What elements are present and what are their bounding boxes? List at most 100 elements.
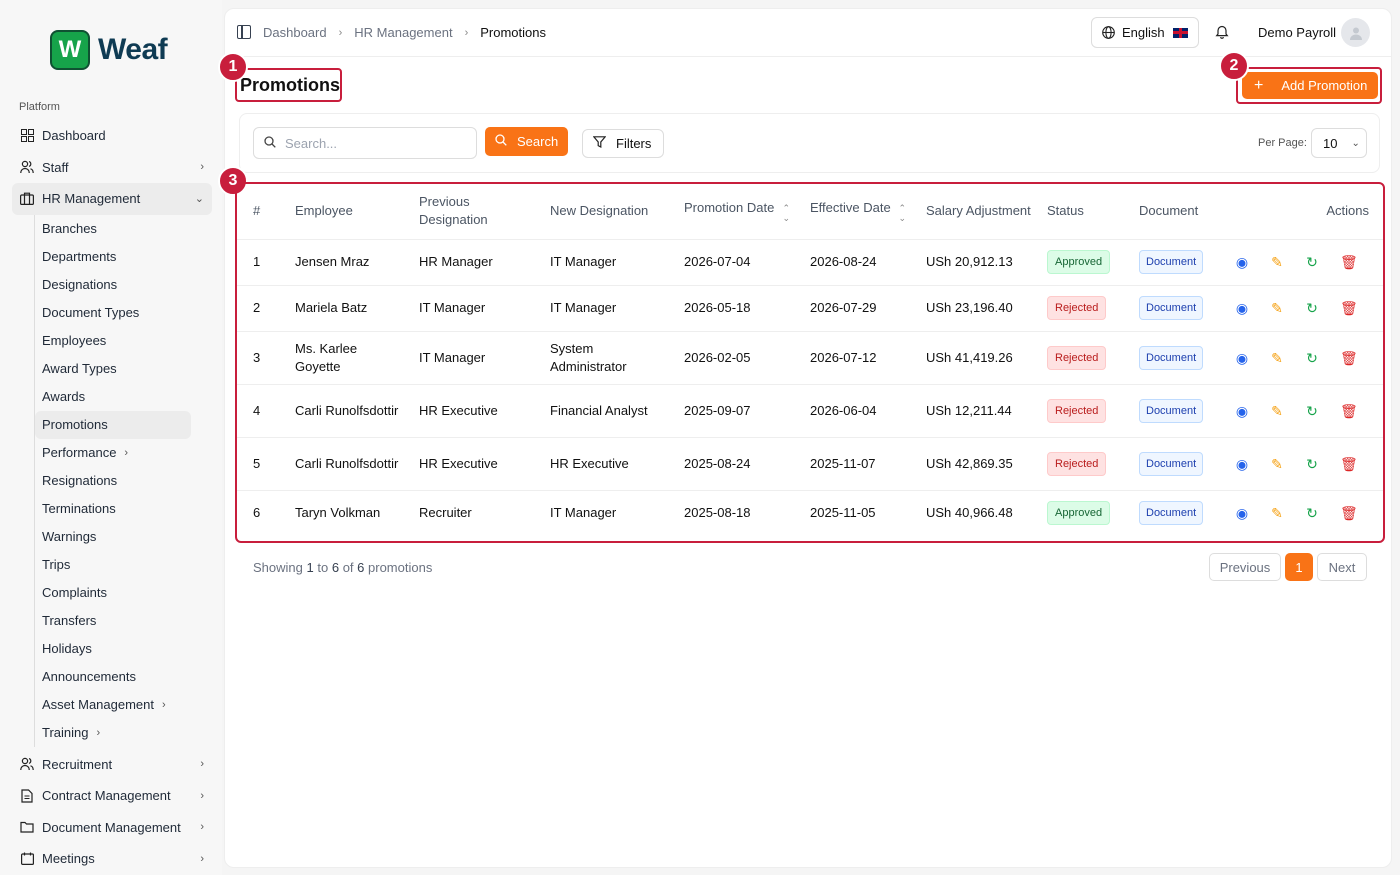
search-icon xyxy=(264,135,276,151)
status-badge: Rejected xyxy=(1047,345,1107,370)
bell-icon[interactable] xyxy=(1215,24,1229,43)
cell-actions: ◉ ✎ ↻ 🗑︎ xyxy=(1227,331,1383,385)
edit-icon[interactable]: ✎ xyxy=(1270,253,1284,271)
submenu-item-training[interactable]: Training › xyxy=(35,719,191,747)
refresh-icon[interactable]: ↻ xyxy=(1305,253,1319,271)
cell-employee: Mariela Batz xyxy=(287,285,411,332)
submenu-item-award-types[interactable]: Award Types xyxy=(35,355,191,383)
cell-employee: Carli Runolfsdottir xyxy=(287,384,411,438)
avatar[interactable] xyxy=(1341,18,1370,47)
submenu-item-departments[interactable]: Departments xyxy=(35,243,191,271)
edit-icon[interactable]: ✎ xyxy=(1270,402,1284,420)
submenu-item-label: Asset Management xyxy=(42,697,155,712)
trash-icon[interactable]: 🗑︎ xyxy=(1340,299,1358,317)
submenu-item-employees[interactable]: Employees xyxy=(35,327,191,355)
previous-page-button[interactable]: Previous xyxy=(1209,553,1281,581)
submenu-item-branches[interactable]: Branches xyxy=(35,215,191,243)
breadcrumb-dashboard[interactable]: Dashboard xyxy=(263,25,327,40)
submenu-item-warnings[interactable]: Warnings xyxy=(35,523,191,551)
edit-icon[interactable]: ✎ xyxy=(1270,504,1284,522)
search-input[interactable]: Search... xyxy=(253,127,477,159)
search-button[interactable]: Search xyxy=(485,127,568,156)
document-link[interactable]: Document xyxy=(1139,501,1204,526)
document-link[interactable]: Document xyxy=(1139,398,1204,423)
cell-status: Rejected xyxy=(1039,384,1131,438)
submenu-item-promotions[interactable]: Promotions xyxy=(35,410,191,439)
submenu-item-label: Trips xyxy=(42,557,71,572)
submenu-item-label: Warnings xyxy=(42,529,97,544)
next-page-button[interactable]: Next xyxy=(1317,553,1367,581)
per-page-value: 10 xyxy=(1323,135,1338,151)
eye-icon[interactable]: ◉ xyxy=(1235,455,1249,473)
eye-icon[interactable]: ◉ xyxy=(1235,504,1249,522)
page-title-highlight: Promotions xyxy=(235,68,342,102)
add-promotion-button[interactable]: + Add Promotion xyxy=(1242,72,1378,99)
column-header-sortable[interactable]: ⌃ ⌄ Effective Date xyxy=(802,184,918,240)
cell-effective-date: 2025-11-05 xyxy=(810,505,876,521)
submenu-item-transfers[interactable]: Transfers xyxy=(35,607,191,635)
eye-icon[interactable]: ◉ xyxy=(1235,402,1249,420)
eye-icon[interactable]: ◉ xyxy=(1235,299,1249,317)
sidebar-item-document-management[interactable]: Document Management › xyxy=(12,812,212,844)
refresh-icon[interactable]: ↻ xyxy=(1305,455,1319,473)
refresh-icon[interactable]: ↻ xyxy=(1305,349,1319,367)
submenu-item-label: Departments xyxy=(42,249,117,264)
refresh-icon[interactable]: ↻ xyxy=(1305,299,1319,317)
user-name[interactable]: Demo Payroll xyxy=(1258,25,1336,40)
table-row: 1 Jensen Mraz HR Manager IT Manager 2026… xyxy=(237,239,1383,286)
cell-new-designation: IT Manager xyxy=(550,505,617,521)
cell-promotion-date: 2025-08-24 xyxy=(676,437,802,491)
submenu-item-designations[interactable]: Designations xyxy=(35,271,191,299)
edit-icon[interactable]: ✎ xyxy=(1270,349,1284,367)
submenu-item-complaints[interactable]: Complaints xyxy=(35,579,191,607)
submenu-item-awards[interactable]: Awards xyxy=(35,383,191,411)
filters-button[interactable]: Filters xyxy=(582,129,664,158)
breadcrumb-hr-management[interactable]: HR Management xyxy=(354,25,452,40)
trash-icon[interactable]: 🗑︎ xyxy=(1340,504,1358,522)
main-panel: Dashboard › HR Management › Promotions E… xyxy=(218,8,1392,868)
submenu-item-resignations[interactable]: Resignations xyxy=(35,467,191,495)
cell-actions: ◉ ✎ ↻ 🗑︎ xyxy=(1227,490,1383,536)
filters-button-label: Filters xyxy=(616,136,652,151)
eye-icon[interactable]: ◉ xyxy=(1235,253,1249,271)
sidebar-item-recruitment[interactable]: Recruitment › xyxy=(12,749,212,781)
per-page-select[interactable]: 10 ⌄ xyxy=(1311,128,1367,158)
submenu-item-label: Performance xyxy=(42,445,117,460)
refresh-icon[interactable]: ↻ xyxy=(1305,504,1319,522)
document-link[interactable]: Document xyxy=(1139,345,1204,370)
sidebar-item-dashboard[interactable]: Dashboard xyxy=(12,120,212,152)
trash-icon[interactable]: 🗑︎ xyxy=(1340,402,1358,420)
cell-index: 5 xyxy=(237,437,287,491)
document-link[interactable]: Document xyxy=(1139,250,1204,274)
cell-employee: Ms. Karlee Goyette xyxy=(287,331,411,385)
logo[interactable]: W Weaf xyxy=(50,30,168,70)
cell-promotion-date: 2025-09-07 xyxy=(676,384,802,438)
submenu-item-performance[interactable]: Performance › xyxy=(35,439,191,467)
add-promotion-label: Add Promotion xyxy=(1281,78,1368,93)
sidebar-item-meetings[interactable]: Meetings › xyxy=(12,843,212,875)
sidebar-item-staff[interactable]: Staff › xyxy=(12,152,212,184)
document-link[interactable]: Document xyxy=(1139,296,1204,320)
page-1-button[interactable]: 1 xyxy=(1285,553,1313,581)
language-switcher[interactable]: English xyxy=(1091,17,1199,48)
submenu-item-announcements[interactable]: Announcements xyxy=(35,663,191,691)
refresh-icon[interactable]: ↻ xyxy=(1305,402,1319,420)
trash-icon[interactable]: 🗑︎ xyxy=(1340,455,1358,473)
submenu-item-document-types[interactable]: Document Types xyxy=(35,299,191,327)
edit-icon[interactable]: ✎ xyxy=(1270,455,1284,473)
sidebar-toggle-icon[interactable] xyxy=(237,25,251,39)
submenu-item-holidays[interactable]: Holidays xyxy=(35,635,191,663)
edit-icon[interactable]: ✎ xyxy=(1270,299,1284,317)
promotions-table-highlight: # Employee Previous Designation New Desi… xyxy=(235,182,1385,543)
submenu-item-terminations[interactable]: Terminations xyxy=(35,495,191,523)
document-link[interactable]: Document xyxy=(1139,451,1204,476)
trash-icon[interactable]: 🗑︎ xyxy=(1340,349,1358,367)
sidebar-item-label: HR Management xyxy=(42,191,141,207)
submenu-item-asset-management[interactable]: Asset Management › xyxy=(35,691,191,719)
column-header-sortable[interactable]: ⌃ ⌄ Promotion Date xyxy=(676,184,802,240)
trash-icon[interactable]: 🗑︎ xyxy=(1340,253,1358,271)
sidebar-item-hr-management[interactable]: HR Management ⌄ xyxy=(12,183,212,215)
submenu-item-trips[interactable]: Trips xyxy=(35,551,191,579)
eye-icon[interactable]: ◉ xyxy=(1235,349,1249,367)
sidebar-item-contract-management[interactable]: Contract Management › xyxy=(12,780,212,812)
